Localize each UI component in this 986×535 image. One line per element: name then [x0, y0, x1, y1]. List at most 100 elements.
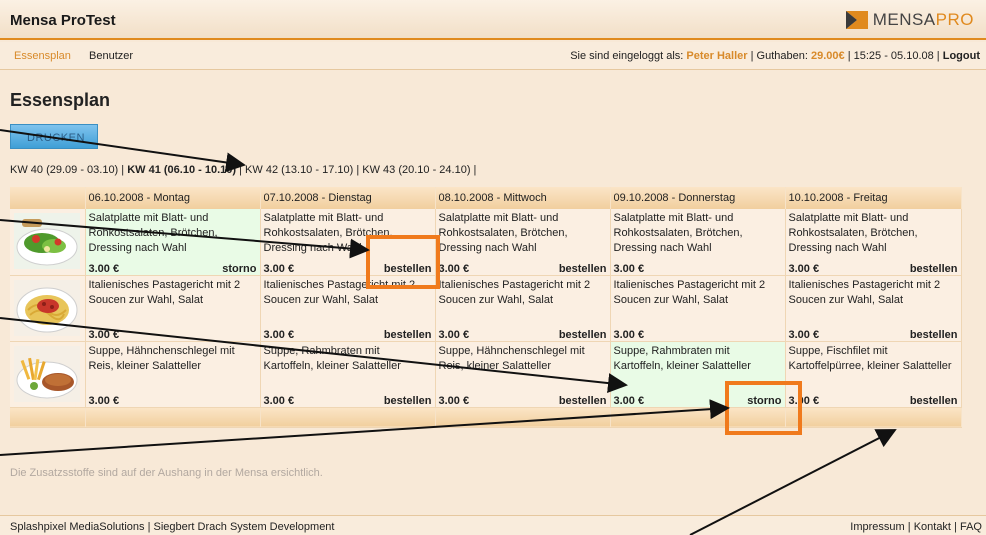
meal-price: 3.00 € [263, 328, 295, 341]
bestellen-button[interactable]: bestellen [384, 395, 432, 407]
meal-description: Italienisches Pastagericht mit 2 Soucen … [438, 278, 591, 306]
table-footer-row [10, 407, 962, 428]
meal-price: 3.00 € [438, 394, 470, 407]
meal-description: Italienisches Pastagericht mit 2 Soucen … [263, 278, 416, 306]
meal-row: Suppe, Hähnchenschlegel mit Reis, kleine… [10, 341, 962, 408]
week-selector: KW 40 (29.09 - 03.10) | KW 41 (06.10 - 1… [10, 164, 477, 176]
image-column-header [10, 187, 86, 209]
bestellen-button[interactable]: bestellen [910, 263, 958, 275]
bestellen-button[interactable]: bestellen [559, 263, 607, 275]
day-header-thursday: 09.10.2008 - Donnerstag [610, 187, 786, 209]
balance-label: Guthaben: [756, 50, 808, 62]
bestellen-button[interactable]: bestellen [384, 329, 432, 341]
day-header-row: 06.10.2008 - Montag 07.10.2008 - Diensta… [10, 187, 962, 209]
meal-row: Italienisches Pastagericht mit 2 Soucen … [10, 275, 962, 342]
print-button[interactable]: DRUCKEN [10, 124, 98, 149]
meal-cell: Salatplatte mit Blatt- und Rohkostsalate… [610, 209, 786, 276]
meal-description: Suppe, Hähnchenschlegel mit Reis, kleine… [88, 344, 235, 372]
meal-description: Suppe, Rahmbraten mit Kartoffeln, kleine… [263, 344, 401, 372]
meal-price: 3.00 € [613, 262, 645, 275]
page-footer: Splashpixel MediaSolutions | Siegbert Dr… [0, 515, 986, 535]
meal-plan-table: 06.10.2008 - Montag 07.10.2008 - Diensta… [10, 187, 962, 428]
pasta-plate-icon [14, 279, 80, 336]
footer-link-impressum[interactable]: Impressum [850, 521, 904, 533]
meal-description: Suppe, Fischfilet mit Kartoffelpürree, k… [788, 344, 952, 372]
meal-price: 3.00 € [438, 328, 470, 341]
meal-cell: Salatplatte mit Blatt- und Rohkostsalate… [435, 209, 611, 276]
meal-description: Salatplatte mit Blatt- und Rohkostsalate… [613, 212, 743, 254]
salad-plate-icon [14, 213, 80, 269]
storno-button[interactable]: storno [222, 263, 256, 275]
meal-cell-content: Salatplatte mit Blatt- und Rohkostsalate… [261, 209, 435, 275]
meal-cell-content: Italienisches Pastagericht mit 2 Soucen … [436, 276, 610, 341]
bestellen-button[interactable]: bestellen [910, 395, 958, 407]
day-header-wednesday: 08.10.2008 - Mittwoch [435, 187, 611, 209]
meal-description: Italienisches Pastagericht mit 2 Soucen … [88, 278, 241, 306]
footer-links: Impressum | Kontakt | FAQ [850, 521, 982, 533]
top-navigation: Essensplan Benutzer Sie sind eingeloggt … [0, 42, 986, 70]
logo-mark-icon [845, 11, 868, 29]
meal-row: Salatplatte mit Blatt- und Rohkostsalate… [10, 209, 962, 276]
meal-cell: Italienisches Pastagericht mit 2 Soucen … [785, 275, 962, 342]
meal-cell-content: Italienisches Pastagericht mit 2 Soucen … [611, 276, 785, 341]
week-link-kw43[interactable]: KW 43 (20.10 - 24.10) [362, 164, 470, 176]
meal-cell: Salatplatte mit Blatt- und Rohkostsalate… [785, 209, 962, 276]
logo-text: MENSAPRO [872, 10, 974, 29]
day-header-monday: 06.10.2008 - Montag [85, 187, 261, 209]
meal-cell-content: Salatplatte mit Blatt- und Rohkostsalate… [436, 209, 610, 275]
bestellen-button[interactable]: bestellen [910, 329, 958, 341]
meal-price: 3.00 € [788, 394, 820, 407]
week-link-kw41[interactable]: KW 41 (06.10 - 10.10) [127, 164, 236, 176]
meal-price: 3.00 € [88, 394, 120, 407]
meal-cell-content: Italienisches Pastagericht mit 2 Soucen … [261, 276, 435, 341]
app-header: Mensa ProTest MENSAPRO [0, 0, 986, 40]
additives-note: Die Zusatzsstoffe sind auf der Aushang i… [10, 467, 323, 479]
bestellen-button[interactable]: bestellen [384, 263, 432, 275]
day-header-friday: 10.10.2008 - Freitag [785, 187, 962, 209]
meal-cell: Suppe, Hähnchenschlegel mit Reis, kleine… [85, 341, 261, 408]
day-header-tuesday: 07.10.2008 - Dienstag [260, 187, 436, 209]
meal-cell-content: Suppe, Fischfilet mit Kartoffelpürree, k… [786, 342, 961, 407]
meal-cell-content: Suppe, Rahmbraten mit Kartoffeln, kleine… [261, 342, 435, 407]
footer-link-kontakt[interactable]: Kontakt [914, 521, 951, 533]
meal-price: 3.00 € [438, 262, 470, 275]
meal-price: 3.00 € [613, 328, 645, 341]
meal-cell-content: Italienisches Pastagericht mit 2 Soucen … [86, 276, 260, 341]
week-link-kw42[interactable]: KW 42 (13.10 - 17.10) [245, 164, 353, 176]
meal-cell: Salatplatte mit Blatt- und Rohkostsalate… [85, 209, 261, 276]
bestellen-button[interactable]: bestellen [559, 329, 607, 341]
meal-price: 3.00 € [263, 262, 295, 275]
nav-essensplan[interactable]: Essensplan [14, 50, 71, 62]
storno-button[interactable]: storno [747, 395, 781, 407]
meal-description: Salatplatte mit Blatt- und Rohkostsalate… [88, 212, 218, 254]
meal-cell: Suppe, Hähnchenschlegel mit Reis, kleine… [435, 341, 611, 408]
footer-link-splashpixel[interactable]: Splashpixel MediaSolutions [10, 521, 145, 533]
meal-description: Salatplatte mit Blatt- und Rohkostsalate… [263, 212, 393, 254]
meal-cell: Suppe, Rahmbraten mit Kartoffeln, kleine… [260, 341, 436, 408]
mensapro-logo: MENSAPRO [845, 9, 974, 31]
meal-description: Salatplatte mit Blatt- und Rohkostsalate… [788, 212, 918, 254]
logout-link[interactable]: Logout [943, 50, 980, 62]
meal-cell-content: Suppe, Hähnchenschlegel mit Reis, kleine… [436, 342, 610, 407]
meal-price: 3.00 € [88, 328, 120, 341]
bestellen-button[interactable]: bestellen [559, 395, 607, 407]
user-name[interactable]: Peter Haller [686, 50, 747, 62]
meal-price: 3.00 € [788, 328, 820, 341]
meal-cell-content: Suppe, Hähnchenschlegel mit Reis, kleine… [86, 342, 260, 407]
week-link-kw40[interactable]: KW 40 (29.09 - 03.10) [10, 164, 118, 176]
meal-description: Salatplatte mit Blatt- und Rohkostsalate… [438, 212, 568, 254]
meal-cell: Italienisches Pastagericht mit 2 Soucen … [85, 275, 261, 342]
footer-link-faq[interactable]: FAQ [960, 521, 982, 533]
app-title: Mensa ProTest [10, 12, 116, 29]
meal-cell: Italienisches Pastagericht mit 2 Soucen … [610, 275, 786, 342]
meal-cell-content: Italienisches Pastagericht mit 2 Soucen … [786, 276, 961, 341]
nav-benutzer[interactable]: Benutzer [89, 50, 133, 62]
meal-description: Italienisches Pastagericht mit 2 Soucen … [613, 278, 766, 306]
meal-price: 3.00 € [613, 394, 645, 407]
meal-image-cell [10, 209, 86, 276]
logged-in-label: Sie sind eingeloggt als: [570, 50, 684, 62]
meal-price: 3.00 € [788, 262, 820, 275]
footer-link-siegbert[interactable]: Siegbert Drach System Development [154, 521, 335, 533]
meal-description: Italienisches Pastagericht mit 2 Soucen … [788, 278, 941, 306]
meal-cell-content: Salatplatte mit Blatt- und Rohkostsalate… [786, 209, 961, 275]
